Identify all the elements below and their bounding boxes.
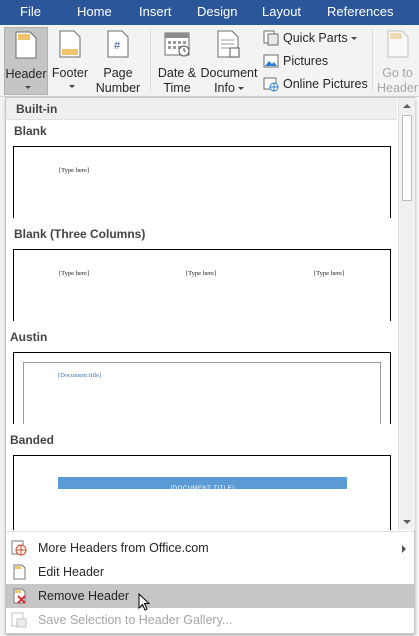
- online-pictures-icon: [263, 77, 279, 92]
- ribbon-separator: [372, 29, 373, 91]
- page-number-button[interactable]: # Page Number: [92, 27, 144, 106]
- gallery-item-austin[interactable]: [Document title]: [13, 352, 391, 424]
- go-to-header-label-line2: Header: [377, 81, 418, 95]
- ribbon: Header Footer # Page Number Date & Time: [0, 25, 419, 106]
- online-pictures-label: Online Pictures: [283, 77, 368, 91]
- edit-header-icon: [13, 564, 26, 580]
- pictures-button[interactable]: Pictures: [261, 51, 361, 71]
- gallery-item-label-banded: Banded: [10, 433, 55, 447]
- document-info-icon: [217, 30, 240, 58]
- tab-design[interactable]: Design: [197, 0, 237, 25]
- quick-parts-icon: [263, 30, 279, 46]
- thumb-placeholder-text: [Document title]: [58, 372, 102, 379]
- page-number-icon: #: [107, 30, 129, 58]
- go-to-header-icon: [387, 30, 409, 58]
- remove-header-icon: [13, 588, 26, 604]
- header-button[interactable]: Header: [4, 27, 48, 95]
- gallery-category-header: Built-in: [6, 98, 397, 120]
- footer-button[interactable]: Footer: [50, 27, 90, 95]
- gallery-item-label-blank-three-columns: Blank (Three Columns): [14, 227, 146, 241]
- date-time-button[interactable]: Date & Time: [155, 27, 199, 95]
- ribbon-tab-bar: File Home Insert Design Layout Reference…: [0, 0, 419, 25]
- page-number-label-line1: Page: [103, 66, 133, 80]
- thumb-placeholder-text: [Type here]: [186, 270, 217, 277]
- remove-header-menu-item[interactable]: Remove Header: [6, 584, 414, 608]
- date-time-label-line1: Date &: [157, 66, 197, 80]
- edit-header-menu-item[interactable]: Edit Header: [6, 560, 414, 584]
- tab-insert[interactable]: Insert: [139, 0, 172, 25]
- save-selection-icon: [11, 612, 27, 628]
- scroll-up-icon[interactable]: [399, 98, 415, 114]
- header-gallery-dropdown: Built-in Blank [Type here] Blank (Three …: [5, 97, 415, 634]
- chevron-down-icon: [237, 87, 244, 91]
- date-time-label-line2: Time: [163, 81, 191, 95]
- gallery-scrollbar[interactable]: [398, 98, 415, 530]
- gallery-item-banded[interactable]: [DOCUMENT TITLE]: [13, 455, 391, 530]
- gallery-item-label-austin: Austin: [10, 330, 48, 344]
- quick-parts-button[interactable]: Quick Parts: [261, 28, 361, 48]
- svg-text:#: #: [114, 40, 121, 52]
- more-headers-menu-item[interactable]: More Headers from Office.com: [6, 536, 414, 560]
- document-info-label-line1: Document: [200, 66, 258, 80]
- quick-parts-label: Quick Parts: [283, 31, 348, 45]
- footer-icon: [59, 30, 81, 58]
- edit-header-label: Edit Header: [38, 565, 105, 579]
- calendar-icon: [164, 32, 190, 57]
- go-to-header-label-line1: Go to: [382, 66, 413, 80]
- tab-file[interactable]: File: [20, 0, 41, 25]
- remove-header-label: Remove Header: [38, 589, 130, 603]
- save-selection-menu-item[interactable]: Save Selection to Header Gallery...: [6, 608, 414, 632]
- document-info-button[interactable]: Document Info: [200, 27, 258, 95]
- thumb-placeholder-text: [Type here]: [59, 167, 90, 174]
- scrollbar-thumb[interactable]: [402, 115, 412, 201]
- thumb-placeholder-text: [Type here]: [314, 270, 345, 277]
- page-number-label-line2: Number: [95, 81, 141, 95]
- go-to-header-button[interactable]: Go to Header: [376, 27, 419, 95]
- banded-title-bar: [DOCUMENT TITLE]: [58, 477, 347, 492]
- gallery-item-blank[interactable]: [Type here]: [13, 146, 391, 218]
- tab-references[interactable]: References: [327, 0, 393, 25]
- tab-layout[interactable]: Layout: [262, 0, 301, 25]
- chevron-right-icon: [402, 545, 406, 553]
- office-online-icon: [11, 540, 27, 556]
- mouse-pointer-icon: [138, 593, 150, 611]
- ribbon-separator: [150, 29, 151, 91]
- pictures-label: Pictures: [283, 54, 329, 68]
- chevron-down-icon: [350, 37, 357, 41]
- thumb-placeholder-text: [Type here]: [59, 270, 90, 277]
- tab-home[interactable]: Home: [77, 0, 112, 25]
- chevron-down-icon: [68, 85, 75, 89]
- chevron-down-icon: [24, 86, 31, 90]
- menu-separator: [6, 531, 414, 532]
- thumb-placeholder-text: [DOCUMENT TITLE]: [170, 486, 235, 492]
- online-pictures-button[interactable]: Online Pictures: [261, 74, 371, 94]
- more-headers-label: More Headers from Office.com: [38, 541, 209, 555]
- pictures-icon: [263, 54, 279, 68]
- save-selection-label: Save Selection to Header Gallery...: [38, 613, 233, 627]
- scroll-down-icon[interactable]: [399, 514, 415, 530]
- header-icon: [15, 31, 37, 59]
- gallery-item-label-blank: Blank: [14, 124, 47, 138]
- header-gallery: Built-in Blank [Type here] Blank (Three …: [6, 98, 397, 530]
- gallery-item-blank-three-columns[interactable]: [Type here] [Type here] [Type here]: [13, 249, 391, 321]
- document-info-label-line2: Info: [214, 81, 235, 95]
